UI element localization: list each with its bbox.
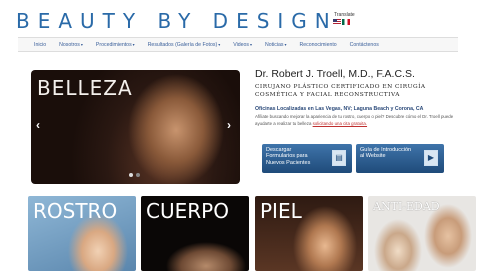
language-flags xyxy=(333,19,350,25)
nav-item-videos[interactable]: Videos▾ xyxy=(233,42,252,48)
tile-piel[interactable]: PIEL xyxy=(255,196,363,271)
download-forms-button[interactable]: Descargar Formularios para Nuevos Pacien… xyxy=(262,144,352,173)
nav-item-noticias[interactable]: Noticias▾ xyxy=(265,42,286,48)
chevron-down-icon: ▾ xyxy=(284,41,287,47)
slider-prev-icon[interactable]: ‹ xyxy=(36,118,40,132)
slider-next-icon[interactable]: › xyxy=(227,118,231,132)
office-locations: Oficinas Localizadas en Las Vegas, NV; L… xyxy=(255,106,424,112)
site-header: BEAUTY BY DESIGN Translate xyxy=(0,0,477,38)
website-guide-button[interactable]: Guía de Introducción al Website ▶ xyxy=(356,144,444,173)
tile-rostro[interactable]: ROSTRO xyxy=(28,196,136,271)
tile-cuerpo[interactable]: CUERPO xyxy=(141,196,249,271)
mexico-flag-icon[interactable] xyxy=(342,19,350,25)
chevron-down-icon: ▾ xyxy=(132,41,135,47)
main-nav: Inicio Nosotros▾ Procedimientos▾ Resulta… xyxy=(18,37,458,52)
translate-label: Translate xyxy=(334,12,355,18)
site-logo[interactable]: BEAUTY BY DESIGN xyxy=(16,9,338,33)
slider-dot[interactable] xyxy=(129,173,133,177)
hero-title: BELLEZA xyxy=(37,76,133,100)
nav-item-nosotros[interactable]: Nosotros▾ xyxy=(59,42,83,48)
slider-dots xyxy=(129,173,140,177)
doctor-name: Dr. Robert J. Troell, M.D., F.A.C.S. xyxy=(255,68,415,80)
tile-anti-edad[interactable]: ANTI-EDAD xyxy=(368,196,476,271)
free-consultation-link[interactable]: solicitando una cita gratuita. xyxy=(313,121,367,126)
slider-dot[interactable] xyxy=(136,173,140,177)
nav-item-procedimientos[interactable]: Procedimientos▾ xyxy=(96,42,135,48)
nav-item-resultados[interactable]: Resultados (Galería de Fotos)▾ xyxy=(148,42,221,48)
chevron-down-icon: ▾ xyxy=(218,41,221,47)
nav-item-inicio[interactable]: Inicio xyxy=(34,42,46,48)
intro-paragraph: Afíliate buscando mejorar la apariencia … xyxy=(255,114,454,126)
hero-slider[interactable]: BELLEZA ‹ › xyxy=(31,70,240,184)
nav-item-contactenos[interactable]: Contáctenos xyxy=(350,42,379,48)
chevron-down-icon: ▾ xyxy=(80,41,83,47)
nav-item-reconocimiento[interactable]: Reconocimiento xyxy=(299,42,336,48)
video-icon: ▶ xyxy=(424,150,438,166)
doctor-subtitle: CIRUJANO PLÁSTICO CERTIFICADO EN CIRUGÍA… xyxy=(255,84,426,98)
document-icon: ▤ xyxy=(332,150,346,166)
us-flag-icon[interactable] xyxy=(333,19,341,25)
chevron-down-icon: ▾ xyxy=(249,41,252,47)
